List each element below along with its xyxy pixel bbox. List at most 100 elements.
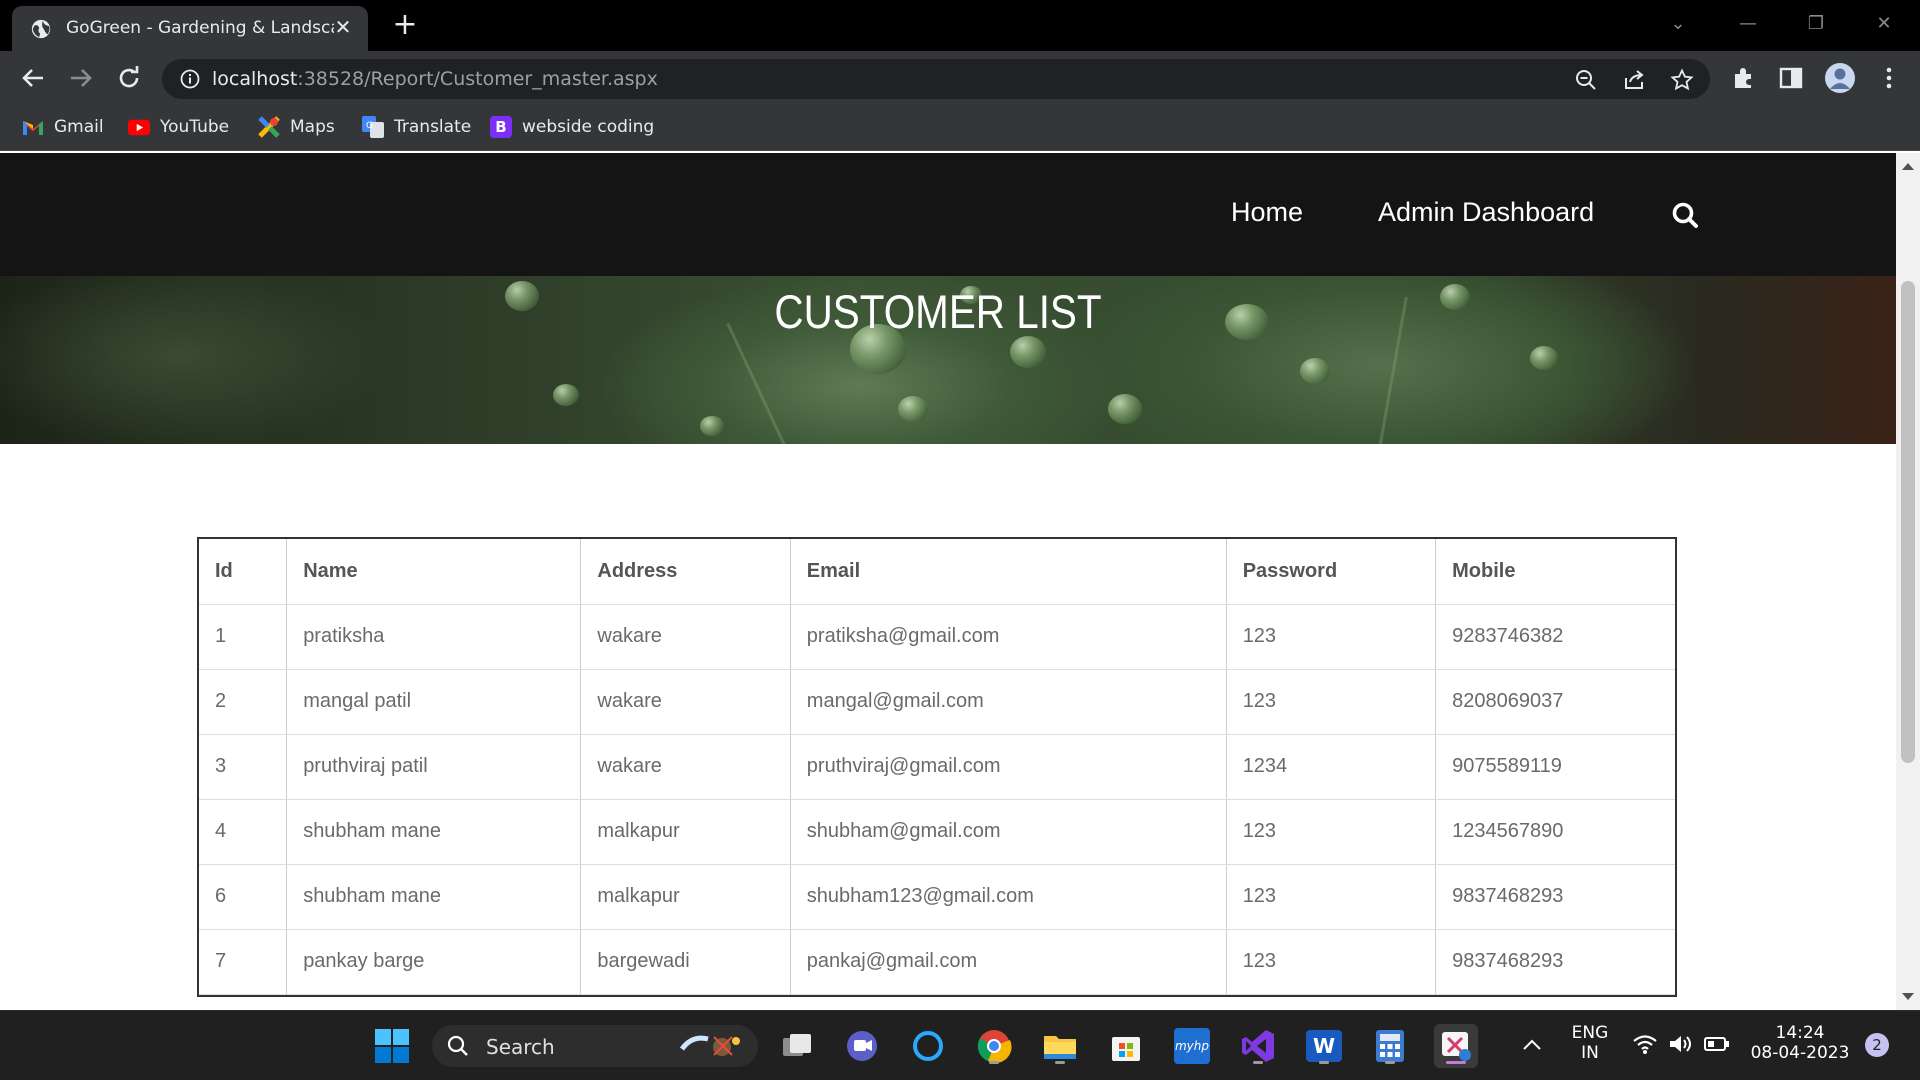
nav-home-link[interactable]: Home bbox=[1231, 197, 1303, 228]
url-host: localhost bbox=[212, 68, 298, 90]
running-indicator bbox=[1446, 1061, 1466, 1064]
bookmark-gmail-label: Gmail bbox=[54, 117, 104, 137]
input-language[interactable]: ENG IN bbox=[1570, 1023, 1610, 1063]
cell-email: mangal@gmail.com bbox=[790, 669, 1227, 735]
cell-id: 3 bbox=[199, 734, 288, 800]
visual-studio-app[interactable] bbox=[1236, 1024, 1280, 1068]
gmail-icon bbox=[22, 116, 44, 138]
search-icon[interactable] bbox=[1671, 201, 1699, 229]
close-tab-icon[interactable]: ✕ bbox=[330, 14, 356, 40]
region-code: IN bbox=[1581, 1043, 1599, 1063]
task-view-button[interactable] bbox=[775, 1024, 819, 1068]
extensions-icon[interactable] bbox=[1730, 65, 1756, 91]
scrollbar-thumb[interactable] bbox=[1901, 281, 1915, 763]
globe-icon bbox=[31, 19, 51, 39]
cell-mobile: 8208069037 bbox=[1435, 669, 1675, 735]
tab-search-icon[interactable]: ⌄ bbox=[1658, 6, 1698, 42]
reload-icon[interactable] bbox=[113, 62, 145, 94]
column-header-email: Email bbox=[790, 539, 1227, 605]
menu-dots-icon[interactable] bbox=[1876, 65, 1902, 91]
store-icon bbox=[1112, 1037, 1140, 1061]
cell-mobile: 9283746382 bbox=[1435, 604, 1675, 670]
myhp-app[interactable]: myhp bbox=[1170, 1024, 1214, 1068]
back-icon[interactable] bbox=[17, 62, 49, 94]
myhp-icon: myhp bbox=[1174, 1028, 1210, 1064]
bookmark-translate[interactable]: G Translate bbox=[362, 114, 471, 140]
scroll-down-arrow-icon[interactable] bbox=[1902, 993, 1914, 1000]
site-info-icon[interactable] bbox=[180, 69, 200, 89]
bootstrap-icon: B bbox=[490, 116, 512, 138]
cell-email: shubham@gmail.com bbox=[790, 799, 1227, 865]
calculator-app[interactable] bbox=[1368, 1024, 1412, 1068]
cortana-button[interactable] bbox=[906, 1024, 950, 1068]
start-button[interactable] bbox=[370, 1024, 414, 1068]
scroll-up-arrow-icon[interactable] bbox=[1902, 163, 1914, 170]
customer-table-container: Id Name Address Email Password Mobile 1 … bbox=[197, 537, 1677, 997]
page-scrollbar[interactable] bbox=[1896, 153, 1920, 1010]
share-icon[interactable] bbox=[1622, 68, 1646, 92]
folder-icon bbox=[1044, 1036, 1076, 1059]
nav-admin-dashboard-link[interactable]: Admin Dashboard bbox=[1378, 197, 1594, 228]
running-indicator bbox=[1253, 1061, 1263, 1064]
address-bar[interactable]: localhost:38528/Report/Customer_master.a… bbox=[162, 59, 1710, 99]
bookmark-youtube[interactable]: YouTube bbox=[128, 114, 229, 140]
word-app[interactable]: W bbox=[1302, 1024, 1346, 1068]
bookmark-webside-coding[interactable]: B webside coding bbox=[490, 114, 654, 140]
water-drop bbox=[898, 396, 928, 422]
browser-tab-strip: GoGreen - Gardening & Landscap ✕ + ⌄ — ❐… bbox=[0, 0, 1920, 51]
chat-icon bbox=[847, 1031, 877, 1061]
cell-id: 6 bbox=[199, 864, 288, 930]
zoom-icon[interactable] bbox=[1574, 68, 1598, 92]
page-title: CUSTOMER LIST bbox=[774, 285, 1102, 338]
column-header-address: Address bbox=[580, 539, 791, 605]
minimize-button[interactable]: — bbox=[1728, 6, 1768, 42]
file-explorer-app[interactable] bbox=[1038, 1024, 1082, 1068]
running-indicator bbox=[989, 1061, 999, 1064]
column-header-password: Password bbox=[1226, 539, 1437, 605]
maps-icon bbox=[258, 116, 280, 138]
column-header-mobile: Mobile bbox=[1435, 539, 1675, 605]
clock[interactable]: 14:24 08-04-2023 bbox=[1750, 1023, 1850, 1063]
taskbar-search-label: Search bbox=[486, 1035, 555, 1059]
new-tab-button[interactable]: + bbox=[390, 10, 420, 40]
visual-studio-icon bbox=[1242, 1030, 1274, 1062]
bookmark-star-icon[interactable] bbox=[1670, 68, 1694, 92]
search-highlight-icon bbox=[679, 1035, 740, 1056]
cell-name: mangal patil bbox=[286, 669, 582, 735]
microsoft-store-app[interactable] bbox=[1104, 1024, 1148, 1068]
taskbar-search[interactable]: Search bbox=[432, 1025, 758, 1067]
bookmark-youtube-label: YouTube bbox=[160, 117, 230, 137]
restore-button[interactable]: ❐ bbox=[1796, 6, 1836, 42]
cell-name: pruthviraj patil bbox=[286, 734, 582, 800]
volume-icon[interactable] bbox=[1668, 1033, 1694, 1055]
bookmark-maps-label: Maps bbox=[290, 117, 335, 137]
forward-icon[interactable] bbox=[65, 62, 97, 94]
bookmark-maps[interactable]: Maps bbox=[258, 114, 335, 140]
cell-password: 1234 bbox=[1226, 734, 1437, 800]
table-row: 6 shubham mane malkapur shubham123@gmail… bbox=[199, 864, 1675, 930]
notification-badge[interactable]: 2 bbox=[1865, 1033, 1889, 1057]
chrome-app[interactable] bbox=[972, 1024, 1016, 1068]
cell-email: pankaj@gmail.com bbox=[790, 929, 1227, 995]
snipping-tool-app[interactable] bbox=[1434, 1024, 1478, 1068]
teams-chat-button[interactable] bbox=[840, 1024, 884, 1068]
running-indicator bbox=[1055, 1061, 1065, 1064]
bookmark-gmail[interactable]: Gmail bbox=[22, 114, 104, 140]
browser-toolbar: localhost:38528/Report/Customer_master.a… bbox=[0, 51, 1920, 104]
language-code: ENG bbox=[1571, 1023, 1609, 1043]
cell-id: 2 bbox=[199, 669, 288, 735]
screen: GoGreen - Gardening & Landscap ✕ + ⌄ — ❐… bbox=[0, 0, 1920, 1080]
side-panel-icon[interactable] bbox=[1778, 65, 1804, 91]
svg-text:G: G bbox=[366, 121, 373, 131]
profile-avatar[interactable] bbox=[1824, 62, 1856, 94]
chevron-up-icon[interactable] bbox=[1522, 1037, 1542, 1051]
browser-tab[interactable]: GoGreen - Gardening & Landscap ✕ bbox=[12, 6, 368, 51]
wifi-icon[interactable] bbox=[1632, 1033, 1658, 1055]
cell-name: pankay barge bbox=[286, 929, 582, 995]
word-icon: W bbox=[1306, 1030, 1342, 1062]
close-window-button[interactable]: ✕ bbox=[1864, 6, 1904, 42]
battery-icon[interactable] bbox=[1704, 1035, 1730, 1053]
column-header-id: Id bbox=[199, 539, 288, 605]
running-indicator bbox=[1385, 1061, 1395, 1064]
windows-icon bbox=[375, 1029, 409, 1063]
